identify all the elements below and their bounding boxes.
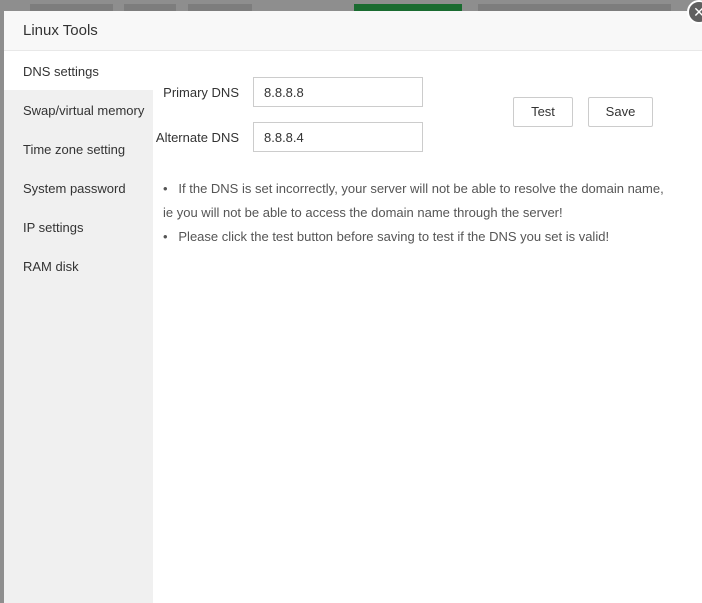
sidebar-item-swap[interactable]: Swap/virtual memory	[4, 90, 153, 129]
primary-dns-input[interactable]	[253, 77, 423, 107]
linux-tools-dialog: Linux Tools DNS settings Swap/virtual me…	[4, 11, 702, 603]
tip-item: • Please click the test button before sa…	[163, 229, 610, 244]
tip-item-continuation: ie you will not be able to access the do…	[163, 205, 563, 220]
dns-settings-panel: Primary DNS Alternate DNS Test Save • If…	[153, 51, 702, 603]
primary-dns-label: Primary DNS	[163, 84, 239, 100]
alternate-dns-row: Alternate DNS	[153, 122, 423, 152]
primary-dns-row: Primary DNS	[153, 77, 423, 107]
alternate-dns-input[interactable]	[253, 122, 423, 152]
bullet-icon: •	[163, 181, 179, 196]
bullet-icon: •	[163, 229, 179, 244]
test-button[interactable]: Test	[513, 97, 573, 127]
dialog-title: Linux Tools	[4, 11, 702, 51]
sidebar: DNS settings Swap/virtual memory Time zo…	[4, 51, 153, 603]
save-button[interactable]: Save	[588, 97, 653, 127]
tip-item: • If the DNS is set incorrectly, your se…	[163, 181, 664, 196]
sidebar-item-system-password[interactable]: System password	[4, 168, 153, 207]
tips-list: • If the DNS is set incorrectly, your se…	[163, 177, 664, 249]
sidebar-item-dns-settings[interactable]: DNS settings	[4, 51, 153, 90]
alternate-dns-label: Alternate DNS	[155, 129, 239, 145]
sidebar-item-ip-settings[interactable]: IP settings	[4, 207, 153, 246]
sidebar-item-time-zone[interactable]: Time zone setting	[4, 129, 153, 168]
sidebar-item-ram-disk[interactable]: RAM disk	[4, 246, 153, 285]
